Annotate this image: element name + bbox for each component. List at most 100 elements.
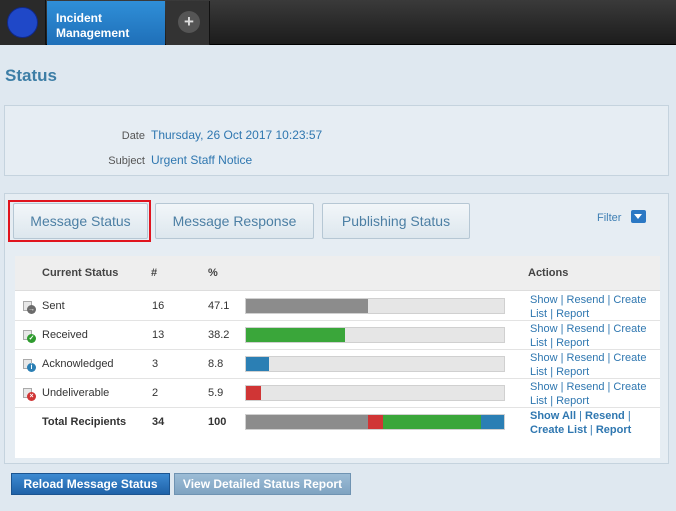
progress-bar-fill (246, 328, 345, 342)
tab-publishing-status[interactable]: Publishing Status (322, 203, 470, 239)
progress-bar-segment (481, 415, 504, 429)
logo-circle-icon (7, 7, 38, 38)
report-link[interactable]: Report (556, 308, 589, 320)
date-value: Thursday, 26 Oct 2017 10:23:57 (151, 128, 323, 142)
status-percent: 47.1 (208, 300, 230, 312)
row-actions: Show | Resend | Create List | Report (530, 351, 655, 379)
separator: | (550, 337, 554, 349)
app-tab-title-line1: Incident (56, 11, 103, 25)
table-row-total: Total Recipients 34 100 Show All | Resend |… (15, 408, 660, 437)
report-link[interactable]: Report (556, 337, 589, 349)
row-actions: Show | Resend | Create List | Report (530, 293, 655, 321)
view-detailed-status-report-button[interactable]: View Detailed Status Report (174, 473, 351, 495)
app-tab-title-line2: Management (56, 26, 130, 40)
resend-link[interactable]: Resend (567, 352, 605, 364)
separator: | (607, 381, 611, 393)
active-tab-highlight (8, 200, 151, 242)
total-progress-bar (245, 414, 505, 430)
create-list-link-cont[interactable]: List (530, 366, 547, 378)
table-row: → Sent 16 47.1 Show | Resend | Create List |… (15, 292, 660, 321)
logo[interactable] (0, 0, 46, 45)
header-actions: Actions (528, 267, 569, 279)
resend-link[interactable]: Resend (567, 323, 605, 335)
subject-row: Subject Urgent Staff Notice (5, 153, 670, 169)
separator: | (627, 410, 631, 422)
progress-bar (245, 298, 505, 314)
status-percent: 5.9 (208, 387, 224, 399)
page-title: Status (5, 66, 57, 85)
create-list-link-cont[interactable]: List (530, 337, 547, 349)
reload-message-status-button[interactable]: Reload Message Status (11, 473, 170, 495)
add-tab-button[interactable]: + (166, 1, 210, 45)
top-bar: Incident Management + (0, 0, 676, 45)
status-badge-icon: i (27, 363, 36, 372)
subject-label: Subject (108, 155, 145, 167)
progress-bar-segment (382, 415, 482, 429)
show-link[interactable]: Show (530, 323, 558, 335)
status-count: 3 (152, 358, 159, 370)
header-count: # (151, 267, 158, 279)
status-table: Current Status # % Actions → Sent 16 47.1 Sh… (15, 256, 660, 458)
separator: | (560, 352, 564, 364)
show-link[interactable]: Show (530, 352, 558, 364)
status-name: Undeliverable (42, 387, 110, 399)
subject-value[interactable]: Urgent Staff Notice (151, 153, 252, 167)
separator: | (579, 410, 582, 422)
total-percent: 100 (208, 416, 227, 428)
progress-bar (245, 356, 505, 372)
resend-link[interactable]: Resend (567, 294, 605, 306)
resend-link[interactable]: Resend (567, 381, 605, 393)
status-acknowledged-icon: i (23, 359, 36, 372)
progress-bar-fill (246, 299, 368, 313)
progress-bar (245, 385, 505, 401)
report-link[interactable]: Report (556, 395, 589, 407)
status-name: Received (42, 329, 88, 341)
separator: | (550, 308, 554, 320)
status-badge-icon: → (27, 305, 36, 314)
create-list-link-cont[interactable]: List (530, 308, 547, 320)
tab-message-response[interactable]: Message Response (155, 203, 314, 239)
progress-bar-fill (246, 357, 269, 371)
report-all-link[interactable]: Report (596, 424, 631, 436)
progress-bar-fill (246, 386, 262, 400)
show-link[interactable]: Show (530, 381, 558, 393)
table-header: Current Status # % Actions (15, 256, 660, 291)
separator: | (550, 395, 554, 407)
separator: | (589, 424, 593, 436)
table-row: i Acknowledged 3 8.8 Show | Resend | Create … (15, 350, 660, 379)
row-actions: Show | Resend | Create List | Report (530, 380, 655, 408)
app-tab-incident-management[interactable]: Incident Management (47, 1, 165, 45)
show-link[interactable]: Show (530, 294, 558, 306)
total-count: 34 (152, 416, 165, 428)
create-list-all-link[interactable]: Create List (530, 424, 587, 436)
progress-bar-segment (367, 415, 383, 429)
filter-label[interactable]: Filter (597, 212, 621, 224)
status-badge-icon: × (27, 392, 36, 401)
show-all-link[interactable]: Show All (530, 410, 576, 422)
status-percent: 8.8 (208, 358, 224, 370)
separator: | (607, 352, 611, 364)
message-info-panel: Date Thursday, 26 Oct 2017 10:23:57 Subj… (4, 105, 669, 176)
status-name: Sent (42, 300, 65, 312)
date-row: Date Thursday, 26 Oct 2017 10:23:57 (5, 128, 670, 144)
plus-icon: + (178, 11, 200, 33)
create-list-link[interactable]: Create (613, 323, 646, 335)
status-badge-icon: ✓ (27, 334, 36, 343)
total-label: Total Recipients (42, 416, 127, 428)
separator: | (560, 294, 564, 306)
report-link[interactable]: Report (556, 366, 589, 378)
status-count: 2 (152, 387, 159, 399)
create-list-link-cont[interactable]: List (530, 395, 547, 407)
status-panel: Message Status Message Response Publishi… (4, 193, 669, 464)
progress-bar-segment (246, 415, 368, 429)
header-current-status: Current Status (42, 267, 119, 279)
create-list-link[interactable]: Create (613, 294, 646, 306)
separator: | (607, 323, 611, 335)
chevron-down-icon[interactable] (631, 210, 646, 223)
resend-all-link[interactable]: Resend (585, 410, 625, 422)
status-sent-icon: → (23, 301, 36, 314)
create-list-link[interactable]: Create (613, 352, 646, 364)
status-count: 13 (152, 329, 165, 341)
create-list-link[interactable]: Create (613, 381, 646, 393)
progress-bar (245, 327, 505, 343)
